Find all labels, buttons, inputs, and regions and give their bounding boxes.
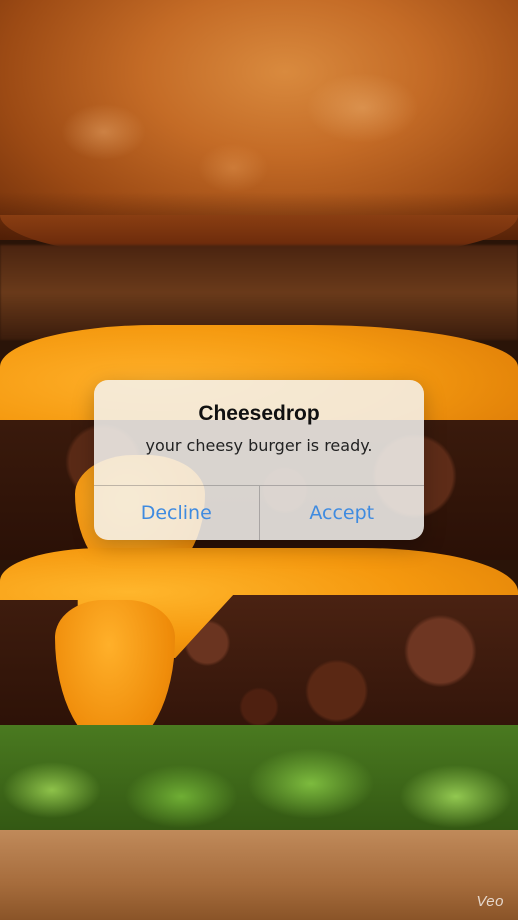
bun-top [0, 0, 518, 240]
alert-actions: Decline Accept [94, 485, 424, 540]
accept-button[interactable]: Accept [258, 486, 425, 540]
alert-message: your cheesy burger is ready. [145, 436, 373, 455]
alert-dialog: Cheesedrop your cheesy burger is ready. … [94, 380, 424, 540]
alert-title: Cheesedrop [198, 402, 320, 425]
bun-bottom [0, 830, 518, 920]
screen: Veo Cheesedrop your cheesy burger is rea… [0, 0, 518, 920]
decline-button[interactable]: Decline [94, 486, 259, 540]
alert-body: Cheesedrop your cheesy burger is ready. [94, 380, 424, 485]
watermark: Veo [476, 893, 504, 910]
